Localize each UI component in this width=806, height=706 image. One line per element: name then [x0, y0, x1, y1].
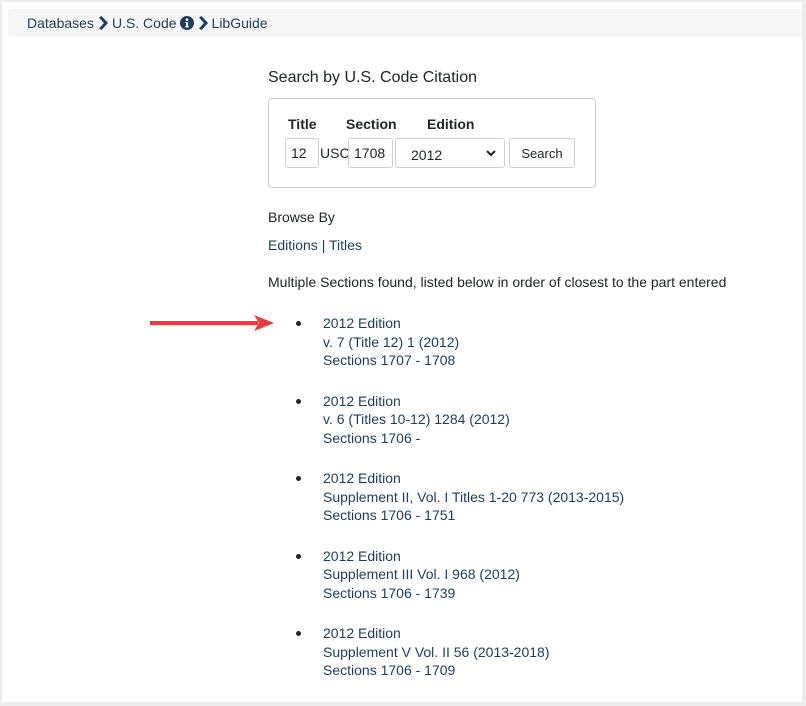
result-volume-link[interactable]: v. 7 (Title 12) 1 (2012)	[323, 333, 624, 352]
result-edition-link[interactable]: 2012 Edition	[323, 314, 624, 333]
result-edition-link[interactable]: 2012 Edition	[323, 547, 624, 566]
result-sections-link[interactable]: Sections 1706 - 1751	[323, 506, 624, 525]
breadcrumb-databases[interactable]: Databases	[27, 15, 94, 31]
browse-links: Editions | Titles	[268, 237, 362, 253]
result-edition-link[interactable]: 2012 Edition	[323, 624, 624, 643]
edition-label: Edition	[427, 116, 475, 132]
page: Databases U.S. Code LibGuide Search by U…	[2, 2, 802, 702]
result-edition-link[interactable]: 2012 Edition	[323, 469, 624, 488]
usc-label: USC	[320, 145, 350, 161]
title-label: Title	[288, 116, 317, 132]
result-sections-link[interactable]: Sections 1706 -	[323, 429, 624, 448]
bullet-icon	[296, 398, 301, 404]
chevron-down-icon	[486, 150, 496, 157]
result-volume-link[interactable]: v. 6 (Titles 10-12) 1284 (2012)	[323, 410, 624, 429]
results-heading: Multiple Sections found, listed below in…	[268, 274, 727, 290]
bullet-icon	[296, 631, 301, 636]
list-item: 2012 Edition Supplement III Vol. I 968 (…	[268, 547, 624, 625]
result-sections-link[interactable]: Sections 1707 - 1708	[323, 351, 624, 370]
browse-editions-link[interactable]: Editions	[268, 237, 318, 253]
bullet-icon	[296, 321, 301, 326]
section-label: Section	[346, 116, 397, 132]
bullet-icon	[296, 476, 301, 481]
breadcrumb-us-code[interactable]: U.S. Code	[112, 15, 177, 31]
chevron-right-icon	[198, 16, 208, 30]
results-list: 2012 Edition v. 7 (Title 12) 1 (2012) Se…	[268, 314, 624, 702]
breadcrumb: Databases U.S. Code LibGuide	[8, 9, 802, 37]
section-input[interactable]	[348, 138, 393, 168]
edition-selected-value: 2012	[411, 146, 443, 163]
bullet-icon	[296, 553, 301, 559]
browse-heading: Browse By	[268, 209, 335, 225]
search-button[interactable]: Search	[509, 138, 575, 168]
browse-divider: |	[321, 237, 326, 253]
search-heading: Search by U.S. Code Citation	[268, 69, 477, 86]
browse-titles-link[interactable]: Titles	[329, 237, 362, 253]
result-sections-link[interactable]: Sections 1706 - 1709	[323, 661, 624, 680]
list-item: 2012 Edition v. 7 (Title 12) 1 (2012) Se…	[268, 314, 624, 392]
breadcrumb-libguide[interactable]: LibGuide	[212, 15, 268, 31]
citation-search-form: Title Section Edition USC 2012 Search	[268, 98, 596, 188]
list-item: 2012 Edition v. 6 (Titles 10-12) 1284 (2…	[268, 392, 624, 470]
result-sections-link[interactable]: Sections 1706 - 1739	[323, 584, 624, 603]
result-edition-link[interactable]: 2012 Edition	[323, 392, 624, 411]
result-volume-link[interactable]: Supplement III Vol. I 968 (2012)	[323, 565, 624, 584]
title-input[interactable]	[285, 138, 319, 168]
list-item: 2012 Edition Supplement II, Vol. I Title…	[268, 469, 624, 547]
chevron-right-icon	[98, 16, 108, 30]
edition-select[interactable]: 2012	[395, 138, 505, 168]
info-circle-icon[interactable]	[179, 16, 194, 30]
result-volume-link[interactable]: Supplement II, Vol. I Titles 1-20 773 (2…	[323, 488, 624, 507]
result-volume-link[interactable]: Supplement V Vol. II 56 (2013-2018)	[323, 643, 624, 662]
list-item: 2012 Edition Supplement V Vol. II 56 (20…	[268, 624, 624, 702]
red-arrow-right-icon	[150, 315, 274, 331]
